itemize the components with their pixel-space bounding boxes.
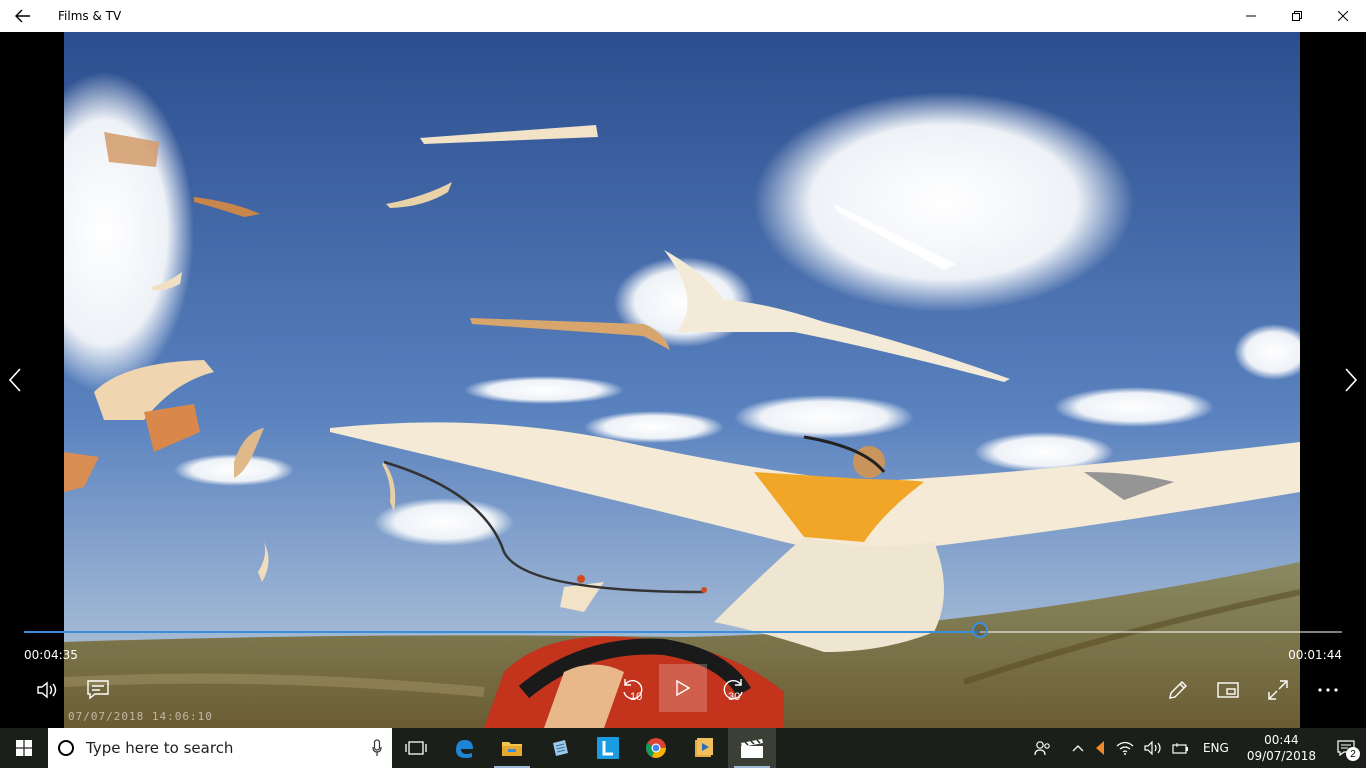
chevron-up-icon (1072, 745, 1084, 752)
notification-badge: 2 (1346, 747, 1360, 761)
microphone-icon[interactable] (372, 739, 382, 757)
volume-button[interactable] (28, 670, 68, 710)
edge-icon (456, 740, 473, 758)
cortana-icon (58, 740, 74, 756)
windows-icon (16, 740, 32, 756)
mini-view-button[interactable] (1208, 670, 1248, 710)
close-button[interactable] (1320, 0, 1366, 32)
minimize-button[interactable] (1228, 0, 1274, 32)
previous-button[interactable] (0, 362, 30, 398)
clapperboard-icon (741, 739, 763, 758)
skip-back-icon: 10 (623, 679, 643, 703)
skip-forward-label: 30 (728, 691, 740, 703)
remaining-time: 00:01:44 (1288, 648, 1342, 662)
more-icon (1318, 688, 1338, 692)
minimize-icon (1246, 15, 1256, 17)
skip-forward-button[interactable]: 30 (713, 670, 753, 710)
window-title: Films & TV (58, 9, 122, 23)
start-button[interactable] (0, 728, 48, 768)
taskbar-l-app[interactable] (584, 728, 632, 768)
battery-icon (1172, 743, 1188, 754)
taskbar-chrome[interactable] (632, 728, 680, 768)
system-tray: ENG 00:44 09/07/2018 2 (1029, 728, 1366, 768)
window-controls (1228, 0, 1366, 32)
input-language[interactable]: ENG (1195, 741, 1237, 755)
skip-forward-icon: 30 (723, 679, 743, 703)
captions-button[interactable] (78, 670, 118, 710)
battery-button[interactable] (1167, 728, 1195, 768)
wifi-icon (1116, 741, 1134, 755)
captions-icon (87, 680, 109, 700)
speaker-button[interactable] (1139, 728, 1167, 768)
restore-button[interactable] (1274, 0, 1320, 32)
seek-thumb[interactable] (971, 622, 988, 638)
video-stage[interactable]: 00:04:35 00:01:44 10 30 07/07/2018 14:06 (0, 32, 1366, 728)
taskbar-notepad[interactable] (536, 728, 584, 768)
taskbar-edge[interactable] (440, 728, 488, 768)
restore-icon (1292, 11, 1302, 21)
taskbar-films-and-tv[interactable] (728, 728, 776, 768)
show-hidden-icons-button[interactable] (1067, 728, 1089, 768)
movie-maker-icon (695, 738, 713, 757)
skip-back-button[interactable]: 10 (613, 670, 653, 710)
next-button[interactable] (1336, 362, 1366, 398)
pencil-icon (1169, 681, 1187, 699)
folder-icon (502, 742, 522, 756)
taskbar: Type here to search ENG 00:44 09/07/2018… (0, 728, 1366, 768)
notepad-icon (553, 740, 568, 756)
close-icon (1338, 11, 1348, 21)
search-placeholder: Type here to search (86, 739, 234, 757)
people-button[interactable] (1029, 728, 1057, 768)
chrome-icon (646, 738, 666, 758)
video-timestamp: 07/07/2018 14:06:10 (68, 710, 213, 723)
task-view-icon (405, 741, 427, 755)
play-button[interactable] (659, 664, 707, 712)
mini-view-icon (1217, 682, 1239, 698)
back-button[interactable] (0, 0, 46, 32)
video-still (64, 32, 1300, 728)
arrow-left-icon (15, 9, 30, 23)
edit-button[interactable] (1158, 670, 1198, 710)
orange-flag-icon (1095, 741, 1104, 755)
skip-back-label: 10 (630, 691, 642, 703)
chevron-left-icon (9, 368, 21, 392)
title-bar: Films & TV (0, 0, 1366, 32)
clock-date: 09/07/2018 (1246, 749, 1316, 763)
fullscreen-icon (1268, 680, 1288, 700)
speaker-icon (1144, 741, 1161, 755)
chevron-right-icon (1345, 368, 1357, 392)
elapsed-time: 00:04:35 (24, 648, 78, 662)
seek-bar[interactable] (24, 622, 1342, 638)
more-button[interactable] (1308, 670, 1348, 710)
tray-app-button[interactable] (1089, 728, 1111, 768)
people-icon (1034, 741, 1050, 756)
fullscreen-button[interactable] (1258, 670, 1298, 710)
task-view-button[interactable] (392, 728, 440, 768)
play-icon (676, 680, 690, 696)
network-button[interactable] (1111, 728, 1139, 768)
taskbar-movie-maker[interactable] (680, 728, 728, 768)
l-app-icon (597, 737, 619, 759)
taskbar-search[interactable]: Type here to search (48, 728, 392, 768)
taskbar-file-explorer[interactable] (488, 728, 536, 768)
seek-progress (24, 631, 980, 633)
clock-time: 00:44 (1264, 733, 1299, 747)
video-frame (64, 32, 1300, 728)
volume-icon (37, 681, 57, 699)
clock[interactable]: 00:44 09/07/2018 (1237, 732, 1326, 764)
action-center-button[interactable]: 2 (1326, 728, 1366, 768)
